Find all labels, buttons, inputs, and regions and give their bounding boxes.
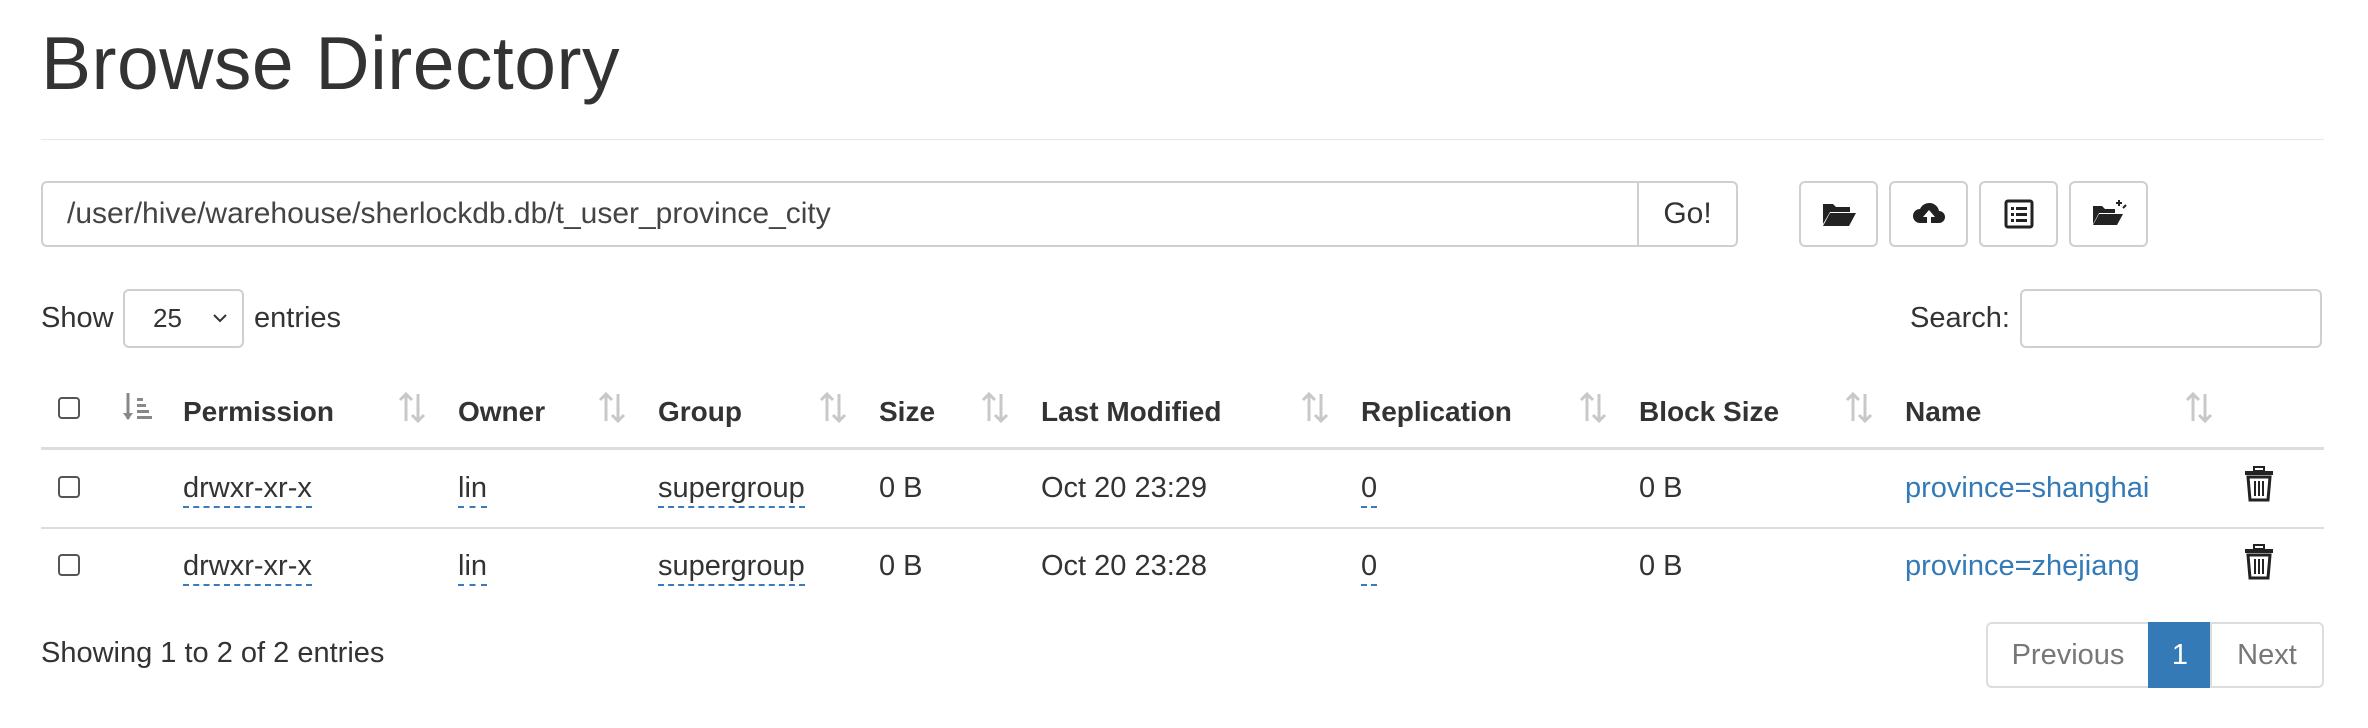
owner-cell[interactable]: lin xyxy=(458,472,488,508)
size-cell: 0 B xyxy=(879,550,923,582)
sort-icon[interactable] xyxy=(1299,390,1331,426)
create-directory-button[interactable] xyxy=(1799,181,1878,247)
sort-icon[interactable] xyxy=(2183,390,2215,426)
row-checkbox[interactable] xyxy=(58,554,80,576)
column-header-permission[interactable]: Permission xyxy=(183,392,334,432)
entries-select-value: 25 xyxy=(153,303,182,333)
block-size-cell: 0 B xyxy=(1639,550,1683,582)
sort-icon[interactable] xyxy=(596,390,628,426)
page-title: Browse Directory xyxy=(41,21,620,105)
folder-open-icon xyxy=(1822,204,1856,226)
chevron-down-icon xyxy=(213,314,227,323)
column-header-name[interactable]: Name xyxy=(1905,392,1981,432)
cut-paste-button[interactable] xyxy=(1979,181,2058,247)
path-input[interactable] xyxy=(41,181,1639,247)
sort-icon[interactable] xyxy=(1577,390,1609,426)
cloud-upload-icon xyxy=(1912,202,1945,227)
column-header-replication[interactable]: Replication xyxy=(1361,392,1512,432)
trash-icon[interactable] xyxy=(2243,544,2275,580)
size-cell: 0 B xyxy=(879,472,923,504)
search-input[interactable] xyxy=(2020,289,2322,348)
title-divider xyxy=(41,139,2324,140)
sort-icon[interactable] xyxy=(1843,390,1875,426)
sort-icon[interactable] xyxy=(817,390,849,426)
column-header-owner[interactable]: Owner xyxy=(458,392,545,432)
table-info: Showing 1 to 2 of 2 entries xyxy=(41,637,385,669)
last-modified-cell: Oct 20 23:28 xyxy=(1041,550,1208,582)
row-checkbox[interactable] xyxy=(58,476,80,498)
table-header-divider xyxy=(41,447,2324,450)
group-cell[interactable]: supergroup xyxy=(658,550,805,586)
row-divider xyxy=(41,527,2324,529)
next-page-button[interactable]: Next xyxy=(2210,622,2324,688)
list-alt-icon xyxy=(2004,199,2033,229)
show-label: Show xyxy=(41,302,114,334)
sort-icon[interactable] xyxy=(979,390,1011,426)
sort-icon[interactable] xyxy=(396,390,428,426)
page-1-button[interactable]: 1 xyxy=(2148,622,2212,688)
trash-icon[interactable] xyxy=(2243,466,2275,502)
block-size-cell: 0 B xyxy=(1639,472,1683,504)
last-modified-cell: Oct 20 23:29 xyxy=(1041,472,1208,504)
select-all-checkbox[interactable] xyxy=(58,397,80,419)
column-header-size[interactable]: Size xyxy=(879,392,935,432)
name-link[interactable]: province=shanghai xyxy=(1905,468,2149,508)
entries-label: entries xyxy=(254,302,342,334)
previous-page-button[interactable]: Previous xyxy=(1986,622,2150,688)
search-label: Search: xyxy=(1910,302,2010,334)
column-header-last-modified[interactable]: Last Modified xyxy=(1041,392,1221,432)
column-header-group[interactable]: Group xyxy=(658,392,742,432)
name-link[interactable]: province=zhejiang xyxy=(1905,546,2140,586)
permission-cell[interactable]: drwxr-xr-x xyxy=(183,472,312,508)
entries-select[interactable]: 25 xyxy=(123,289,244,348)
replication-cell[interactable]: 0 xyxy=(1361,472,1378,508)
replication-cell[interactable]: 0 xyxy=(1361,550,1378,586)
owner-cell[interactable]: lin xyxy=(458,550,488,586)
paste-button[interactable] xyxy=(2069,181,2148,247)
group-cell[interactable]: supergroup xyxy=(658,472,805,508)
go-button[interactable]: Go! xyxy=(1639,181,1738,247)
sort-numeric-asc-icon[interactable] xyxy=(121,390,153,426)
column-header-block-size[interactable]: Block Size xyxy=(1639,392,1779,432)
permission-cell[interactable]: drwxr-xr-x xyxy=(183,550,312,586)
upload-button[interactable] xyxy=(1889,181,1968,247)
folder-cut-icon xyxy=(2092,200,2127,225)
